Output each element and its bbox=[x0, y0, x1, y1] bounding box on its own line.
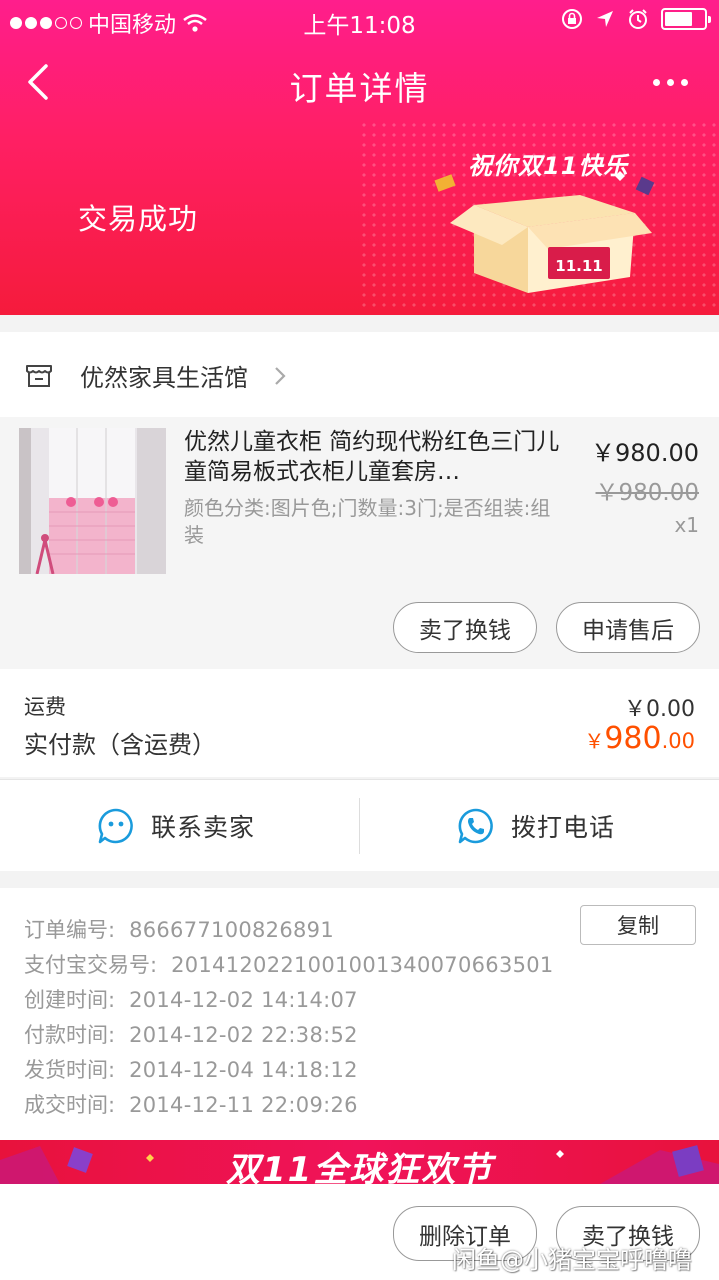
paid-amount-value: ￥980.00 bbox=[584, 721, 695, 756]
call-phone-label: 拨打电话 bbox=[511, 813, 616, 842]
shipped-time-label: 发货时间: bbox=[24, 1058, 116, 1082]
paid-time-row: 付款时间: 2014-12-02 22:38:52 bbox=[24, 1019, 358, 1049]
completed-time-label: 成交时间: bbox=[24, 1093, 116, 1117]
order-number-value: 866677100826891 bbox=[129, 918, 334, 942]
gift-box-icon: 11.11 bbox=[434, 171, 655, 293]
chevron-right-icon bbox=[275, 367, 286, 385]
paid-decimal: .00 bbox=[661, 729, 695, 753]
trade-status-text: 交易成功 bbox=[78, 202, 199, 236]
page-title: 订单详情 bbox=[289, 69, 430, 108]
payment-summary: 运费 ￥0.00 实付款（含运费） ￥980.00 bbox=[0, 669, 719, 777]
rotation-lock-icon bbox=[562, 9, 582, 29]
location-icon bbox=[597, 11, 613, 27]
order-number-label: 订单编号: bbox=[24, 918, 116, 942]
watermark: 闲鱼@小猪宝宝呼噜噜 bbox=[452, 1246, 692, 1274]
completed-time-value: 2014-12-11 22:09:26 bbox=[129, 1093, 358, 1117]
after-sales-button[interactable]: 申请售后 bbox=[556, 602, 700, 653]
paid-time-value: 2014-12-02 22:38:52 bbox=[129, 1023, 358, 1047]
completed-time-row: 成交时间: 2014-12-11 22:09:26 bbox=[24, 1089, 358, 1119]
status-bar: 中国移动 上午11:08 bbox=[0, 0, 719, 40]
paid-time-label: 付款时间: bbox=[24, 1023, 116, 1047]
battery-icon bbox=[661, 8, 711, 30]
shop-icon bbox=[26, 365, 52, 387]
paid-amount-label: 实付款（含运费） bbox=[24, 731, 216, 759]
product-item[interactable]: 优然儿童衣柜 简约现代粉红色三门儿童简易板式衣柜儿童套房… 颜色分类:图片色;门… bbox=[0, 417, 719, 669]
order-info: 复制 订单编号: 866677100826891 支付宝交易号: 201412022… bbox=[0, 888, 719, 1140]
product-spec: 颜色分类:图片色;门数量:3门;是否组装:组装 bbox=[184, 496, 551, 547]
svg-text:11.11: 11.11 bbox=[555, 257, 602, 275]
shipping-label: 运费 bbox=[24, 695, 66, 719]
more-icon[interactable] bbox=[653, 68, 693, 96]
sell-for-cash-button[interactable]: 卖了换钱 bbox=[393, 602, 537, 653]
status-right bbox=[561, 8, 711, 30]
promo-banner[interactable]: 双11全球狂欢节 bbox=[0, 1140, 719, 1184]
call-phone-button[interactable]: 拨打电话 bbox=[457, 780, 615, 872]
order-number-row: 订单编号: 866677100826891 bbox=[24, 914, 334, 944]
contact-bar: 联系卖家 拨打电话 bbox=[0, 779, 719, 871]
alipay-trade-no-row: 支付宝交易号: 2014120221001001340070663501 bbox=[24, 949, 554, 979]
chat-bubble-icon bbox=[98, 808, 133, 844]
contact-divider bbox=[359, 798, 360, 854]
product-image bbox=[19, 428, 166, 574]
phone-icon bbox=[458, 808, 493, 844]
order-status-header: 中国移动 上午11:08 订单详情 交易成功 祝你双11快乐 11.11 bbox=[0, 0, 719, 315]
paid-integer: 980 bbox=[604, 721, 662, 756]
shop-name[interactable]: 优然家具生活馆 bbox=[80, 358, 248, 393]
created-time-value: 2014-12-02 14:14:07 bbox=[129, 988, 358, 1012]
product-original-price: ￥980.00 bbox=[595, 480, 699, 506]
paid-currency: ￥ bbox=[584, 729, 605, 753]
product-title[interactable]: 优然儿童衣柜 简约现代粉红色三门儿童简易板式衣柜儿童套房… bbox=[184, 427, 564, 487]
shop-row[interactable]: 优然家具生活馆 bbox=[0, 332, 719, 417]
product-price: ￥980.00 bbox=[591, 439, 699, 467]
copy-order-number-button[interactable]: 复制 bbox=[580, 905, 696, 945]
created-time-row: 创建时间: 2014-12-02 14:14:07 bbox=[24, 984, 358, 1014]
alarm-icon bbox=[629, 9, 647, 29]
shipping-value: ￥0.00 bbox=[624, 697, 695, 722]
alipay-trade-no-label: 支付宝交易号: bbox=[24, 953, 158, 977]
contact-seller-button[interactable]: 联系卖家 bbox=[97, 780, 255, 872]
shipped-time-row: 发货时间: 2014-12-04 14:18:12 bbox=[24, 1054, 358, 1084]
contact-seller-label: 联系卖家 bbox=[151, 813, 256, 842]
created-time-label: 创建时间: bbox=[24, 988, 116, 1012]
bottom-action-bar: 删除订单 卖了换钱 闲鱼@小猪宝宝呼噜噜 bbox=[0, 1184, 719, 1280]
nav-bar: 订单详情 bbox=[0, 50, 719, 114]
banner-text: 双11全球狂欢节 bbox=[226, 1150, 494, 1184]
shipped-time-value: 2014-12-04 14:18:12 bbox=[129, 1058, 358, 1082]
alipay-trade-no-value: 2014120221001001340070663501 bbox=[171, 953, 554, 977]
product-quantity: x1 bbox=[674, 513, 699, 537]
